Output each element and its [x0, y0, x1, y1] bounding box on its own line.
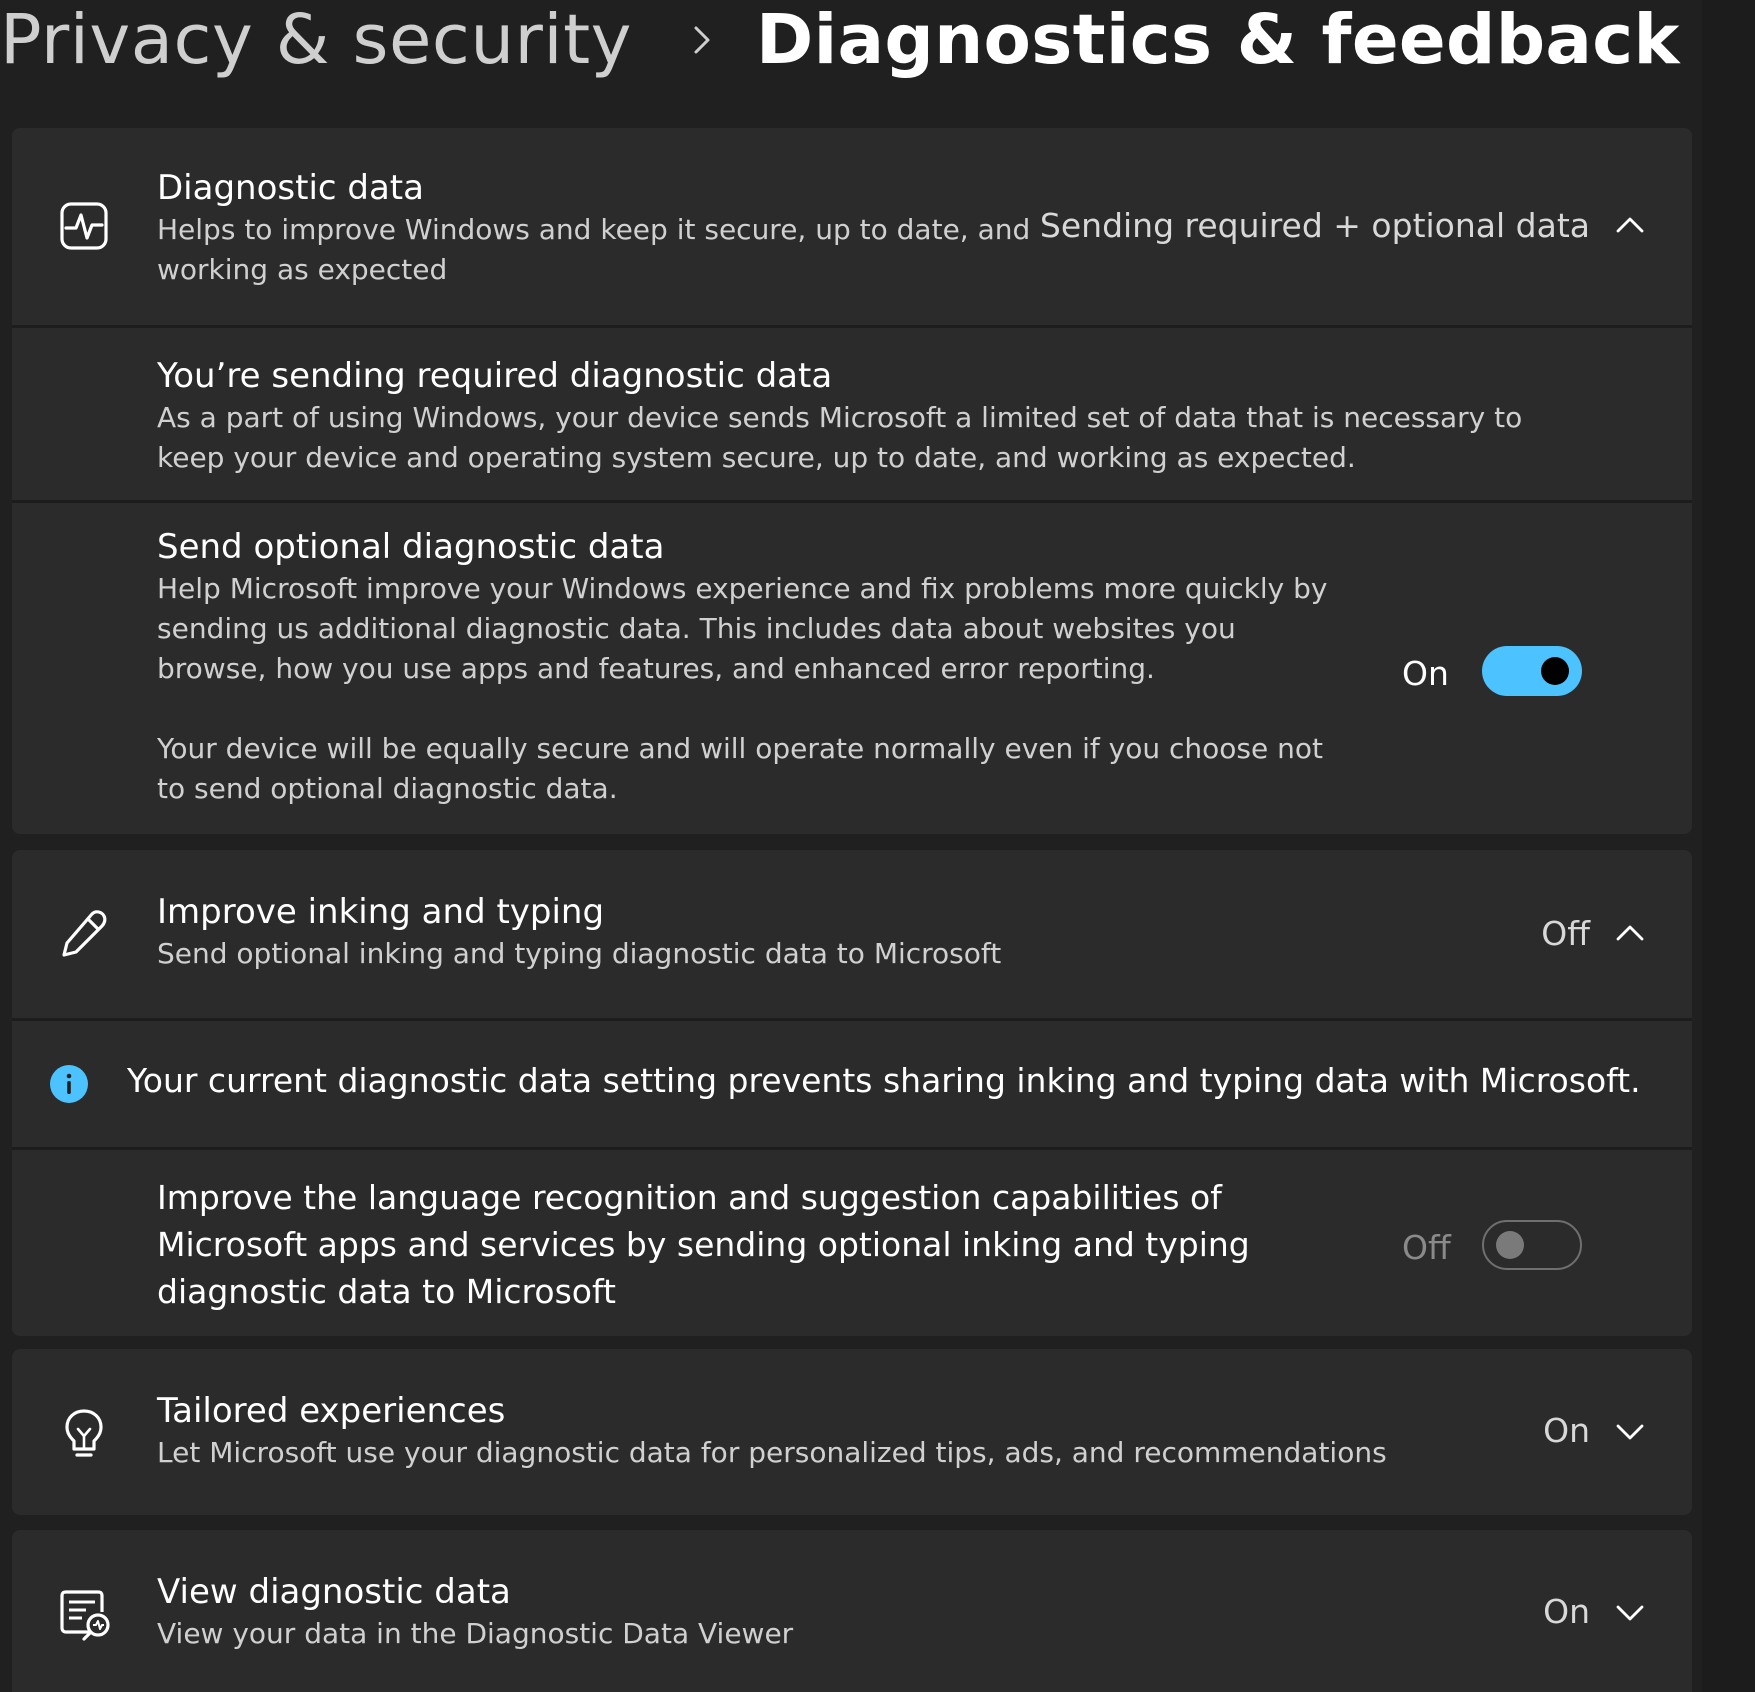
optional-data-title: Send optional diagnostic data: [157, 527, 665, 567]
inking-typing-description: Send optional inking and typing diagnost…: [157, 937, 1002, 970]
info-icon: [50, 1065, 88, 1103]
view-diagnostic-data-description: View your data in the Diagnostic Data Vi…: [157, 1617, 794, 1650]
chevron-down-icon[interactable]: [1614, 1415, 1646, 1447]
settings-page: Privacy & security Diagnostics & feedbac…: [0, 0, 1755, 1692]
inking-toggle-label: Off: [1402, 1228, 1451, 1267]
optional-data-row: Send optional diagnostic data Help Micro…: [12, 503, 1692, 834]
optional-data-description: Help Microsoft improve your Windows expe…: [157, 572, 1328, 685]
diagnostic-pulse-icon: [60, 202, 108, 250]
tailored-experiences-title: Tailored experiences: [157, 1391, 506, 1431]
inking-setting-row: Improve the language recognition and sug…: [12, 1150, 1692, 1336]
scroll-gutter: [1702, 0, 1755, 1692]
tailored-experiences-description: Let Microsoft use your diagnostic data f…: [157, 1436, 1387, 1469]
inking-toggle[interactable]: [1482, 1220, 1582, 1270]
chevron-down-icon[interactable]: [1614, 1596, 1646, 1628]
view-diagnostic-data-card[interactable]: View diagnostic data View your data in t…: [12, 1530, 1692, 1692]
view-diagnostic-data-status: On: [1543, 1592, 1590, 1631]
inking-info-bar: Your current diagnostic data setting pre…: [12, 1021, 1692, 1147]
pen-icon: [62, 910, 107, 957]
optional-data-note: Your device will be equally secure and w…: [157, 732, 1324, 805]
tailored-experiences-card[interactable]: Tailored experiences Let Microsoft use y…: [12, 1349, 1692, 1515]
lightbulb-icon: [65, 1409, 103, 1457]
required-data-title: You’re sending required diagnostic data: [157, 356, 833, 396]
inking-typing-title: Improve inking and typing: [157, 892, 605, 932]
diagnostic-data-title: Diagnostic data: [157, 168, 424, 208]
diagnostic-data-card: Diagnostic data Helps to improve Windows…: [12, 128, 1692, 834]
diagnostic-data-header[interactable]: Diagnostic data Helps to improve Windows…: [12, 128, 1692, 326]
chevron-right-icon: [694, 26, 710, 54]
toggle-knob: [1541, 657, 1569, 685]
tailored-experiences-status: On: [1543, 1411, 1590, 1450]
inking-typing-header[interactable]: Improve inking and typing Send optional …: [12, 850, 1692, 1018]
page-title: Diagnostics & feedback: [756, 0, 1680, 80]
toggle-knob: [1496, 1231, 1524, 1259]
diagnostic-data-description: Helps to improve Windows and keep it sec…: [157, 213, 1031, 286]
view-diagnostic-data-title: View diagnostic data: [157, 1572, 511, 1612]
required-data-row: You’re sending required diagnostic data …: [12, 328, 1692, 500]
diagnostic-viewer-icon: [60, 1590, 110, 1641]
inking-typing-status: Off: [1541, 914, 1590, 953]
breadcrumb-parent-link[interactable]: Privacy & security: [0, 0, 632, 80]
required-data-description: As a part of using Windows, your device …: [157, 401, 1523, 474]
inking-typing-card: Improve inking and typing Send optional …: [12, 850, 1692, 1336]
optional-data-toggle[interactable]: [1482, 646, 1582, 696]
inking-info-message: Your current diagnostic data setting pre…: [127, 1061, 1641, 1100]
inking-setting-description: Improve the language recognition and sug…: [157, 1178, 1250, 1311]
breadcrumb: Privacy & security Diagnostics & feedbac…: [0, 0, 1680, 80]
chevron-up-icon[interactable]: [1614, 918, 1646, 950]
chevron-up-icon[interactable]: [1614, 210, 1646, 242]
diagnostic-data-status: Sending required + optional data: [1039, 206, 1590, 245]
optional-data-toggle-label: On: [1402, 654, 1449, 693]
